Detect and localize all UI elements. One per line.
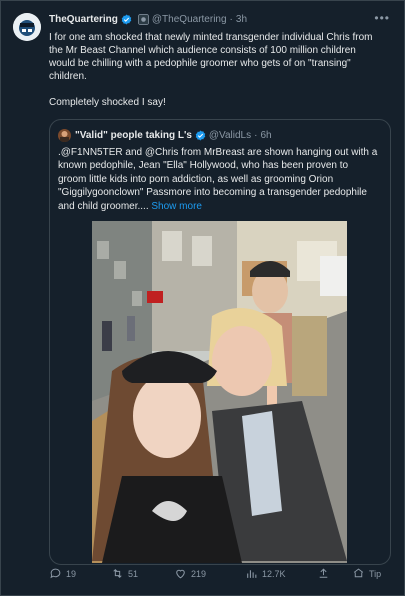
retweet-icon <box>113 569 122 578</box>
street-selfie-image <box>92 221 347 563</box>
like-count: 219 <box>191 568 207 579</box>
tweet-header: TheQuartering @TheQuartering · 3h <box>49 14 247 25</box>
retweet-button[interactable]: 51 <box>111 567 138 580</box>
views-button[interactable]: 12.7K <box>245 567 286 580</box>
tweet-text-line: would be chilling with a pedophile groom… <box>49 58 351 69</box>
quoted-tweet-text: .@F1NN5TER and @Chris from MrBreast are … <box>58 146 382 213</box>
author-avatar[interactable] <box>13 13 41 41</box>
author-handle[interactable]: @TheQuartering <box>152 14 227 25</box>
bookmark-icon <box>319 568 328 578</box>
like-button[interactable]: 219 <box>174 567 206 580</box>
separator-dot: · <box>254 130 258 141</box>
views-icon <box>247 570 257 578</box>
tweet-text-line: I for one am shocked that newly minted t… <box>49 32 373 43</box>
quoted-author-name[interactable]: "Valid" people taking L's <box>75 130 192 141</box>
views-count: 12.7K <box>262 568 286 579</box>
quoted-tweet[interactable]: "Valid" people taking L's @ValidLs · 6h … <box>49 119 391 565</box>
like-icon <box>176 569 185 579</box>
quoted-text-line: groom little kids into porn addiction, a… <box>58 173 334 185</box>
tip-label: Tip <box>369 568 382 579</box>
reply-count: 19 <box>66 568 77 579</box>
tweet-text-line: children. <box>49 71 87 82</box>
author-name[interactable]: TheQuartering <box>49 14 118 25</box>
quoted-tweet-time[interactable]: 6h <box>260 130 271 141</box>
tweet-time[interactable]: 3h <box>236 14 247 25</box>
tweet-text-line: Completely shocked I say! <box>49 97 166 108</box>
separator-dot: · <box>229 14 233 25</box>
verified-badge-icon <box>195 130 206 141</box>
tweet-text-line: the Mr Beast Channel which audience cons… <box>49 45 356 56</box>
tweet-photo[interactable] <box>92 221 347 563</box>
quoted-avatar-icon <box>58 129 71 142</box>
retweet-count: 51 <box>128 568 139 579</box>
affiliate-badge-icon <box>137 14 149 25</box>
tweet-text: I for one am shocked that newly minted t… <box>49 31 379 109</box>
quoted-text-line: .@F1NN5TER and @Chris from MrBreast are … <box>58 147 378 158</box>
quoted-author-handle[interactable]: @ValidLs <box>209 130 251 141</box>
quoted-tweet-header: "Valid" people taking L's @ValidLs · 6h <box>58 129 272 142</box>
quoted-text-line: and child groomer.... Show more <box>58 200 382 213</box>
quoted-author-avatar[interactable] <box>58 129 71 142</box>
avatar-icon <box>13 13 41 41</box>
quoted-text-line: "Giggilygoonclown" Passmore into becomin… <box>58 187 367 199</box>
more-icon[interactable]: ••• <box>374 11 390 25</box>
reply-icon <box>50 568 61 579</box>
bookmark-button[interactable] <box>317 567 330 580</box>
show-more-link[interactable]: Show more <box>151 201 202 212</box>
quoted-text-tail: and child groomer.... <box>58 200 149 212</box>
verified-badge-icon <box>121 14 132 25</box>
tip-button[interactable]: Tip <box>352 567 381 580</box>
tweet-actions: 19 51 219 12.7K Tip <box>49 567 389 583</box>
tip-icon <box>353 568 364 578</box>
tweet-card[interactable]: TheQuartering @TheQuartering · 3h ••• I … <box>0 0 405 596</box>
reply-button[interactable]: 19 <box>49 567 76 580</box>
quoted-text-line: known pedophile, Jean "Ella" Hollywood, … <box>58 160 349 172</box>
